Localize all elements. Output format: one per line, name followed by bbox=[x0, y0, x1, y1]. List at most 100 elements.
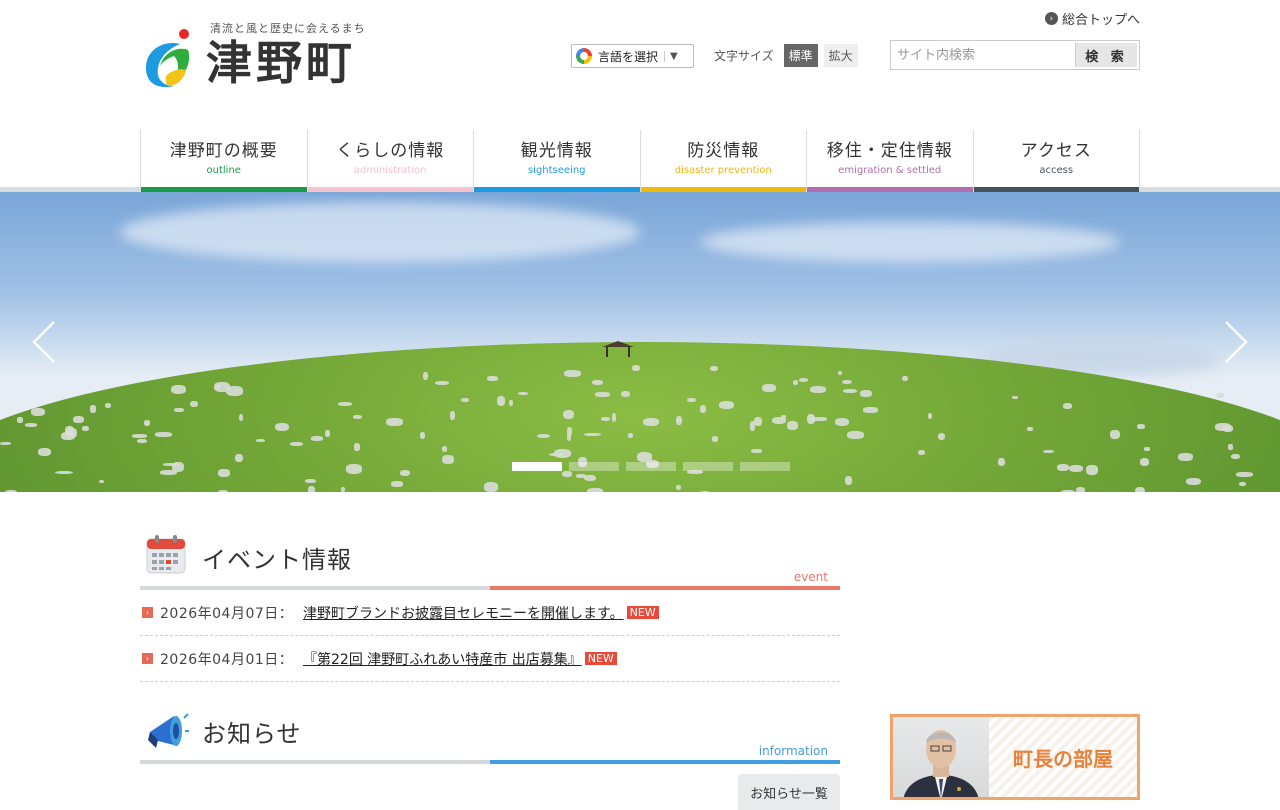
search-button[interactable]: 検 索 bbox=[1075, 43, 1137, 67]
dropdown-arrow-icon: ▼ bbox=[664, 51, 678, 62]
nav-label: 移住・定住情報 bbox=[807, 136, 973, 161]
site-logo[interactable]: 清流と風と歴史に会えるまち 津野町 bbox=[140, 18, 370, 92]
rock bbox=[712, 436, 718, 442]
town-emblem-icon bbox=[140, 28, 196, 90]
rock bbox=[308, 486, 315, 492]
rock bbox=[1069, 465, 1083, 472]
nav-item-access[interactable]: アクセスaccess bbox=[973, 130, 1141, 192]
mayor-room-label: 町長の部屋 bbox=[989, 717, 1137, 797]
language-select[interactable]: 言語を選択 ▼ bbox=[571, 44, 694, 68]
rock bbox=[17, 417, 23, 422]
news-title: お知らせ bbox=[202, 714, 302, 749]
nav-label: 津野町の概要 bbox=[141, 136, 307, 161]
rock bbox=[214, 382, 230, 392]
rock bbox=[1027, 427, 1032, 431]
rock bbox=[1215, 423, 1231, 431]
rock bbox=[762, 384, 776, 392]
rock bbox=[587, 488, 603, 492]
rock bbox=[256, 439, 264, 442]
news-list-button[interactable]: お知らせ一覧 bbox=[738, 774, 840, 810]
hero-slider bbox=[0, 192, 1280, 492]
nav-sublabel: outline bbox=[141, 165, 307, 176]
rock bbox=[171, 385, 185, 394]
rock bbox=[710, 366, 719, 372]
rock bbox=[346, 464, 362, 474]
search-input[interactable] bbox=[891, 41, 1073, 69]
rock bbox=[105, 403, 111, 408]
rock bbox=[1186, 478, 1200, 485]
rock bbox=[787, 421, 797, 430]
rock bbox=[1063, 403, 1072, 409]
rock bbox=[601, 417, 610, 421]
rock bbox=[144, 420, 149, 426]
event-date: 2026年04月01日： bbox=[160, 649, 303, 669]
news-rule bbox=[140, 760, 840, 764]
news-subtitle: information bbox=[759, 744, 828, 758]
chevron-right-icon: › bbox=[142, 607, 153, 618]
rock bbox=[90, 405, 95, 412]
nav-item-outline[interactable]: 津野町の概要 outline bbox=[140, 130, 307, 192]
rock bbox=[353, 415, 361, 419]
site-search: 検 索 bbox=[890, 40, 1140, 70]
mayor-room-banner[interactable]: 町長の部屋 bbox=[890, 714, 1140, 800]
general-top-label: 総合トップへ bbox=[1062, 9, 1140, 28]
nav-sublabel: administration bbox=[308, 165, 474, 176]
font-size-standard-button[interactable]: 標準 bbox=[784, 44, 818, 67]
nav-item-sightseeing[interactable]: 観光情報 sightseeing bbox=[473, 130, 640, 192]
slider-dot[interactable] bbox=[740, 462, 790, 471]
nav-sublabel: sightseeing bbox=[474, 165, 640, 176]
rock bbox=[420, 432, 425, 439]
slider-dot[interactable] bbox=[512, 462, 562, 471]
rock bbox=[811, 417, 827, 421]
rock bbox=[564, 370, 582, 377]
rock bbox=[562, 471, 572, 477]
slider-dot[interactable] bbox=[569, 462, 619, 471]
rock bbox=[25, 423, 38, 426]
rock bbox=[518, 392, 527, 395]
event-title-link[interactable]: 『第22回 津野町ふれあい特産市 出店募集』 bbox=[303, 649, 582, 669]
nav-sublabel: disaster prevention bbox=[641, 165, 807, 176]
rock bbox=[0, 442, 10, 445]
rock bbox=[311, 436, 323, 441]
general-top-link[interactable]: › 総合トップへ bbox=[1045, 9, 1140, 28]
events-section: イベント情報 event ›2026年04月07日：津野町ブランドお披露目セレモ… bbox=[140, 532, 840, 682]
rock bbox=[484, 482, 499, 491]
slider-dot[interactable] bbox=[683, 462, 733, 471]
nav-sublabel: emigration & settled bbox=[807, 165, 973, 176]
rock bbox=[902, 376, 908, 381]
chevron-right-icon[interactable] bbox=[1224, 320, 1248, 364]
news-header: お知らせ information bbox=[140, 706, 840, 760]
rock bbox=[290, 442, 303, 446]
rock bbox=[31, 408, 45, 416]
nav-label: 観光情報 bbox=[474, 136, 640, 161]
cloud bbox=[700, 222, 1120, 262]
rock bbox=[435, 381, 449, 385]
rock bbox=[82, 426, 89, 431]
rock bbox=[354, 443, 360, 451]
slider-dot[interactable] bbox=[626, 462, 676, 471]
rock bbox=[461, 398, 468, 402]
header: 清流と風と歴史に会えるまち 津野町 › 総合トップへ 言語を選択 ▼ 文字サイズ… bbox=[0, 0, 1280, 130]
rock bbox=[325, 430, 330, 436]
google-icon bbox=[576, 48, 592, 64]
event-title-link[interactable]: 津野町ブランドお披露目セレモニーを開催します。 bbox=[303, 603, 624, 623]
rock bbox=[843, 389, 856, 393]
nav-item-emigration-settled[interactable]: 移住・定住情報 emigration & settled bbox=[806, 130, 973, 192]
rock bbox=[1043, 450, 1055, 453]
nav-item-administration[interactable]: くらしの情報administration bbox=[307, 130, 474, 192]
rock bbox=[781, 415, 786, 419]
rock bbox=[810, 386, 827, 393]
rock bbox=[1236, 472, 1253, 477]
nav-item-disaster-prevention[interactable]: 防災情報disaster prevention bbox=[640, 130, 807, 192]
rock bbox=[847, 431, 864, 439]
rock bbox=[65, 426, 74, 436]
rock bbox=[1228, 444, 1232, 450]
rock bbox=[838, 371, 842, 375]
events-rule bbox=[140, 586, 840, 590]
event-date: 2026年04月07日： bbox=[160, 603, 303, 623]
chevron-left-icon[interactable] bbox=[32, 320, 56, 364]
font-size-large-button[interactable]: 拡大 bbox=[824, 44, 858, 67]
rock bbox=[676, 416, 682, 425]
rock bbox=[38, 448, 52, 456]
rock bbox=[1012, 396, 1018, 399]
